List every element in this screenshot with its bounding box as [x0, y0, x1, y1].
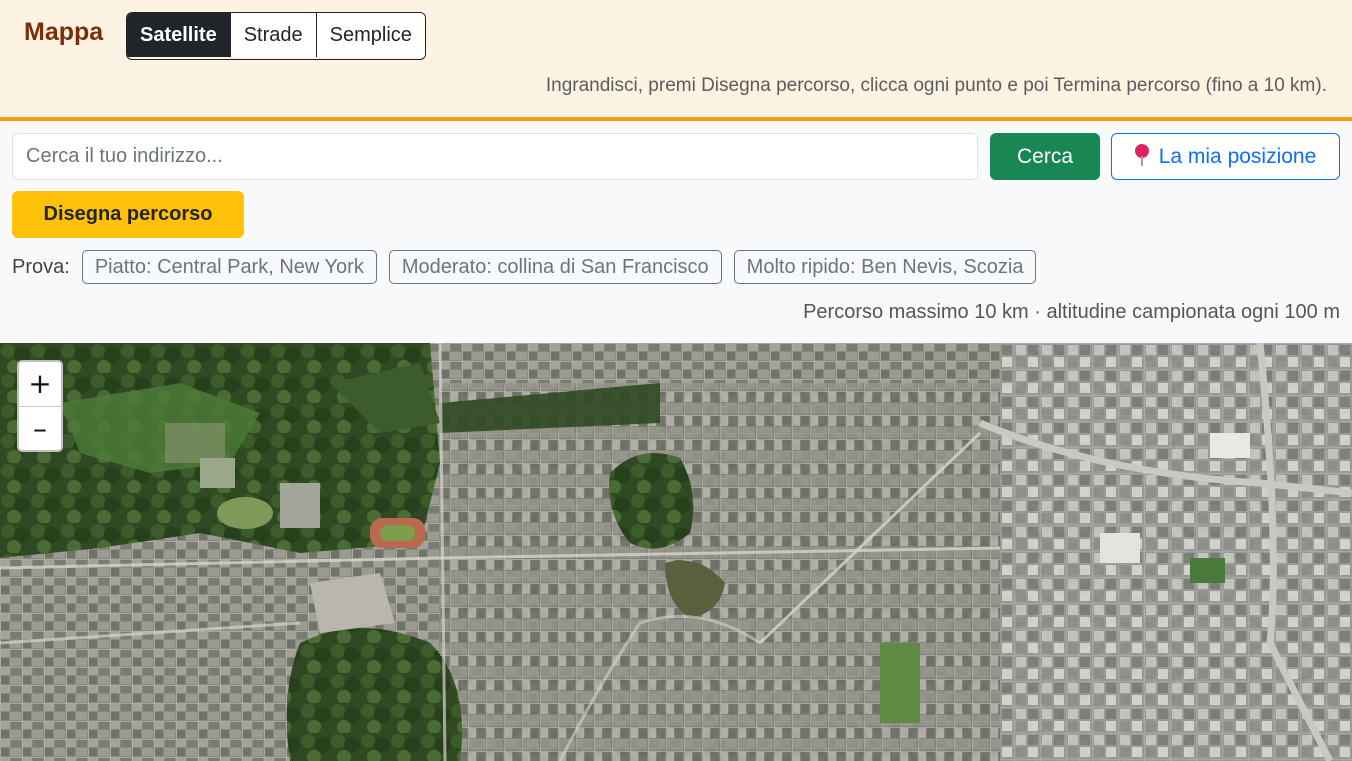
example-steep-button[interactable]: Molto ripido: Ben Nevis, Scozia [733, 250, 1037, 284]
my-location-button[interactable]: La mia posizione [1111, 133, 1340, 180]
examples-row: Prova: Piatto: Central Park, New York Mo… [12, 250, 1048, 284]
zoom-in-button[interactable]: + [19, 362, 61, 406]
example-moderate-button[interactable]: Moderato: collina di San Francisco [388, 250, 722, 284]
zoom-control: + – [17, 360, 63, 452]
example-flat-button[interactable]: Piatto: Central Park, New York [81, 250, 377, 284]
layer-streets-button[interactable]: Strade [229, 13, 316, 57]
instructions-text: Ingrandisci, premi Disegna percorso, cli… [545, 75, 1327, 96]
layer-satellite-button[interactable]: Satellite [127, 13, 230, 57]
my-location-label: La mia posizione [1158, 145, 1317, 168]
search-button[interactable]: Cerca [990, 133, 1100, 180]
address-search-input[interactable] [12, 133, 978, 180]
controls-panel: Cerca La mia posizione Disegna percorso … [0, 121, 1352, 343]
draw-route-button[interactable]: Disegna percorso [12, 191, 244, 238]
route-limit-info: Percorso massimo 10 km · altitudine camp… [803, 301, 1340, 323]
map-layer-switcher: Satellite Strade Semplice [126, 12, 426, 60]
zoom-out-button[interactable]: – [19, 406, 61, 450]
location-pin-icon [1134, 144, 1149, 166]
satellite-map[interactable] [0, 343, 1352, 761]
satellite-imagery [0, 343, 1352, 761]
layer-simple-button[interactable]: Semplice [315, 13, 425, 57]
examples-label: Prova: [12, 255, 70, 278]
app-title: Mappa [24, 18, 104, 46]
header-bar: Mappa Satellite Strade Semplice Ingrandi… [0, 0, 1352, 121]
